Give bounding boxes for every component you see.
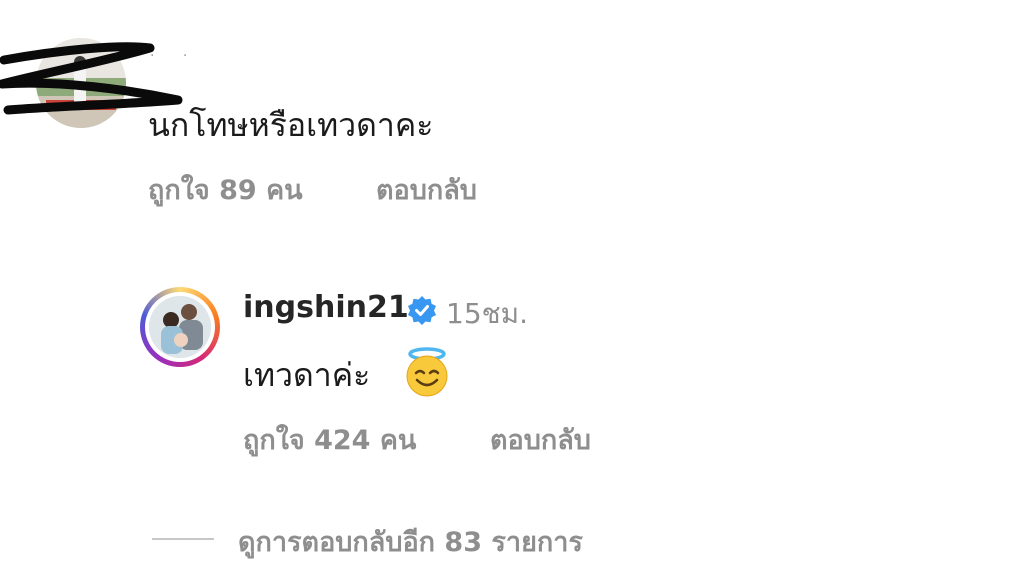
reply-reply-button[interactable]: ตอบกลับ: [490, 418, 591, 461]
reply-avatar[interactable]: [149, 296, 211, 358]
reply-timestamp: 15ชม.: [446, 297, 528, 330]
avatar-photo: [149, 296, 211, 358]
reply-text: เทวดาค่ะ: [243, 356, 371, 394]
comment-likes-count[interactable]: ถูกใจ 89 คน: [148, 168, 303, 211]
smiling-face-with-halo-icon: [406, 347, 448, 397]
comment-reply-button[interactable]: ตอบกลับ: [376, 168, 477, 211]
more-replies-divider: [152, 538, 214, 540]
view-more-replies-button[interactable]: ดูการตอบกลับอีก 83 รายการ: [238, 520, 583, 563]
comment-text: นกโทษหรือเทวดาคะ: [148, 106, 434, 144]
reply-username[interactable]: ingshin21: [243, 290, 409, 325]
reply-likes-count[interactable]: ถูกใจ 424 คน: [243, 418, 416, 461]
comment-username[interactable]: . .: [150, 44, 199, 60]
verified-badge-icon: [408, 296, 436, 325]
